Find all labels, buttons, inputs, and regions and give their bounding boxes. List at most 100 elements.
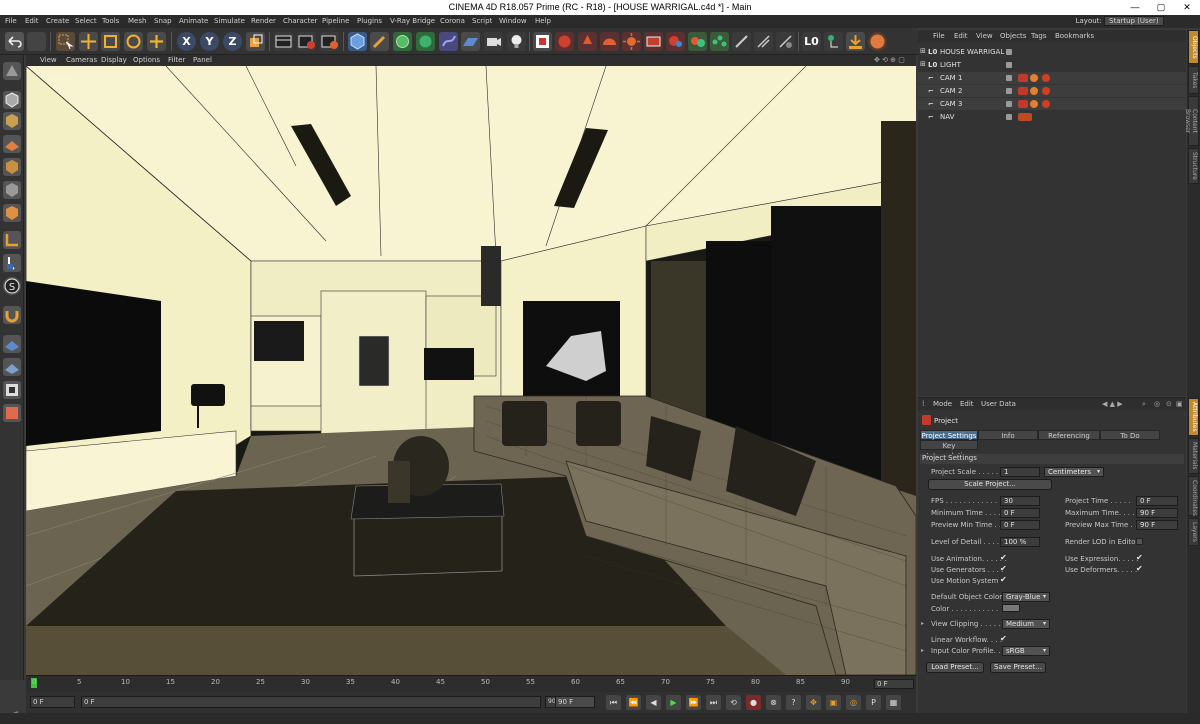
- min-time-input[interactable]: 0 F: [1000, 508, 1040, 518]
- camera-tag-icon[interactable]: [1018, 74, 1028, 82]
- subdivision-icon[interactable]: [393, 32, 412, 51]
- layout-dropdown[interactable]: Startup (User): [1104, 16, 1164, 26]
- render-lod-checkbox[interactable]: [1136, 538, 1143, 545]
- undo-icon[interactable]: [5, 32, 24, 51]
- rotate-tool-icon[interactable]: [124, 32, 143, 51]
- menu-mesh[interactable]: Mesh: [128, 17, 146, 25]
- corona-render-icon[interactable]: [688, 32, 707, 51]
- target-tag-icon[interactable]: [1042, 100, 1050, 108]
- menu-corona[interactable]: Corona: [440, 17, 465, 25]
- tab-to-do[interactable]: To Do: [1100, 430, 1160, 440]
- camera-icon[interactable]: [484, 32, 503, 51]
- tab-takes[interactable]: Takes: [1188, 66, 1199, 94]
- autokey-button[interactable]: ⊗: [766, 695, 781, 710]
- default-color-dropdown[interactable]: Gray-Blue: [1002, 592, 1050, 602]
- render-to-picture-viewer-icon[interactable]: [297, 32, 316, 51]
- corona-scatter-icon[interactable]: [754, 32, 773, 51]
- play-backwards-button[interactable]: ◀: [646, 695, 661, 710]
- render-view-icon[interactable]: [274, 32, 293, 51]
- am-nav-arrows[interactable]: ◀ ▲ ▶: [1102, 400, 1123, 408]
- menu-render[interactable]: Render: [251, 17, 276, 25]
- use-expression-checkbox[interactable]: ✔: [1136, 554, 1144, 562]
- menu-plugins[interactable]: Plugins: [357, 17, 382, 25]
- viewport-menu-panel[interactable]: Panel: [193, 56, 212, 64]
- om-menu-view[interactable]: View: [976, 32, 993, 40]
- menu-animate[interactable]: Animate: [179, 17, 208, 25]
- vray-dome-icon[interactable]: [600, 32, 619, 51]
- download-icon[interactable]: [846, 32, 865, 51]
- make-editable-icon[interactable]: [3, 62, 21, 80]
- protection-tag-icon[interactable]: [1030, 87, 1038, 95]
- object-row-cam-2[interactable]: ⌐ CAM 2: [918, 85, 1186, 97]
- next-key-button[interactable]: ⏩: [686, 695, 701, 710]
- tab-project-settings[interactable]: Project Settings: [920, 430, 978, 440]
- menu-tools[interactable]: Tools: [102, 17, 119, 25]
- object-name[interactable]: NAV: [940, 113, 954, 121]
- object-name[interactable]: LIGHT: [940, 61, 961, 69]
- 3d-viewport[interactable]: View Cameras Display Options Filter Pane…: [26, 55, 916, 675]
- am-menu-edit[interactable]: Edit: [960, 400, 974, 408]
- texture-mode-icon[interactable]: [3, 112, 21, 130]
- protection-tag-icon[interactable]: [1030, 100, 1038, 108]
- add-tool-icon[interactable]: [147, 32, 166, 51]
- menu-script[interactable]: Script: [472, 17, 492, 25]
- am-menu-user-data[interactable]: User Data: [981, 400, 1016, 408]
- menu-pipeline[interactable]: Pipeline: [322, 17, 349, 25]
- viewport-menu-display[interactable]: Display: [101, 56, 127, 64]
- preview-max-input[interactable]: 90 F: [1136, 520, 1178, 530]
- menu-file[interactable]: File: [5, 17, 17, 25]
- loop-button[interactable]: ⟲: [726, 695, 741, 710]
- go-to-start-button[interactable]: ⏮: [606, 695, 621, 710]
- om-menu-tags[interactable]: Tags: [1031, 32, 1047, 40]
- position-key-button[interactable]: ✥: [806, 695, 821, 710]
- project-time-input[interactable]: 0 F: [1136, 496, 1178, 506]
- cloner-icon[interactable]: [416, 32, 435, 51]
- ik-icon[interactable]: [3, 404, 21, 422]
- om-menu-edit[interactable]: Edit: [954, 32, 968, 40]
- fps-input[interactable]: 30: [1000, 496, 1040, 506]
- view-clipping-dropdown[interactable]: Medium: [1002, 619, 1050, 629]
- max-time-input[interactable]: 90 F: [1136, 508, 1178, 518]
- cube-icon[interactable]: [348, 32, 367, 51]
- play-button[interactable]: ▶: [666, 695, 681, 710]
- expand-arrow-icon[interactable]: ▸: [921, 620, 924, 627]
- object-name[interactable]: CAM 1: [940, 74, 962, 82]
- object-row-nav[interactable]: ⌐ NAV: [918, 111, 1186, 123]
- menu-select[interactable]: Select: [75, 17, 97, 25]
- am-lock-icon[interactable]: ◎: [1154, 400, 1160, 408]
- vray-proxy-icon[interactable]: [666, 32, 685, 51]
- workplane-icon[interactable]: [3, 135, 21, 153]
- menu-snap[interactable]: Snap: [154, 17, 172, 25]
- polygons-mode-icon[interactable]: [3, 204, 21, 222]
- menu-create[interactable]: Create: [46, 17, 69, 25]
- protection-tag-icon[interactable]: [1030, 74, 1038, 82]
- target-tag-icon[interactable]: [1042, 74, 1050, 82]
- tab-structure[interactable]: Structure: [1188, 148, 1199, 184]
- vray-frame-buffer-icon[interactable]: [533, 32, 552, 51]
- expand-arrow-icon[interactable]: ▸: [921, 647, 924, 654]
- am-pin-icon[interactable]: ⊙: [1166, 400, 1172, 408]
- scale-project-button[interactable]: Scale Project...: [928, 479, 1052, 490]
- tab-coordinates[interactable]: Coordinates: [1188, 476, 1199, 516]
- use-motion-checkbox[interactable]: ✔: [1000, 576, 1008, 584]
- use-generators-checkbox[interactable]: ✔: [1000, 565, 1008, 573]
- axis-mode-icon[interactable]: [3, 231, 21, 249]
- vray-light-icon[interactable]: [578, 32, 597, 51]
- render-settings-icon[interactable]: [320, 32, 339, 51]
- locked-workplane-icon[interactable]: [3, 381, 21, 399]
- select-tool-icon[interactable]: [56, 32, 75, 51]
- axis-y-button[interactable]: Y: [200, 32, 219, 51]
- visibility-dot[interactable]: [1006, 114, 1012, 120]
- viewport-menu-filter[interactable]: Filter: [168, 56, 185, 64]
- maximize-button[interactable]: ▢: [1148, 0, 1174, 15]
- target-tag-icon[interactable]: [1042, 87, 1050, 95]
- axis-z-button[interactable]: Z: [223, 32, 242, 51]
- menu-help[interactable]: Help: [535, 17, 551, 25]
- object-name[interactable]: CAM 3: [940, 100, 962, 108]
- menu-edit[interactable]: Edit: [25, 17, 39, 25]
- current-frame-field[interactable]: 0 F: [30, 696, 75, 708]
- redo-icon[interactable]: [27, 32, 46, 51]
- menu-vray-bridge[interactable]: V-Ray Bridge: [390, 17, 435, 25]
- tab-content-browser[interactable]: Content Browser: [1184, 96, 1199, 146]
- magnet-icon[interactable]: [3, 306, 21, 324]
